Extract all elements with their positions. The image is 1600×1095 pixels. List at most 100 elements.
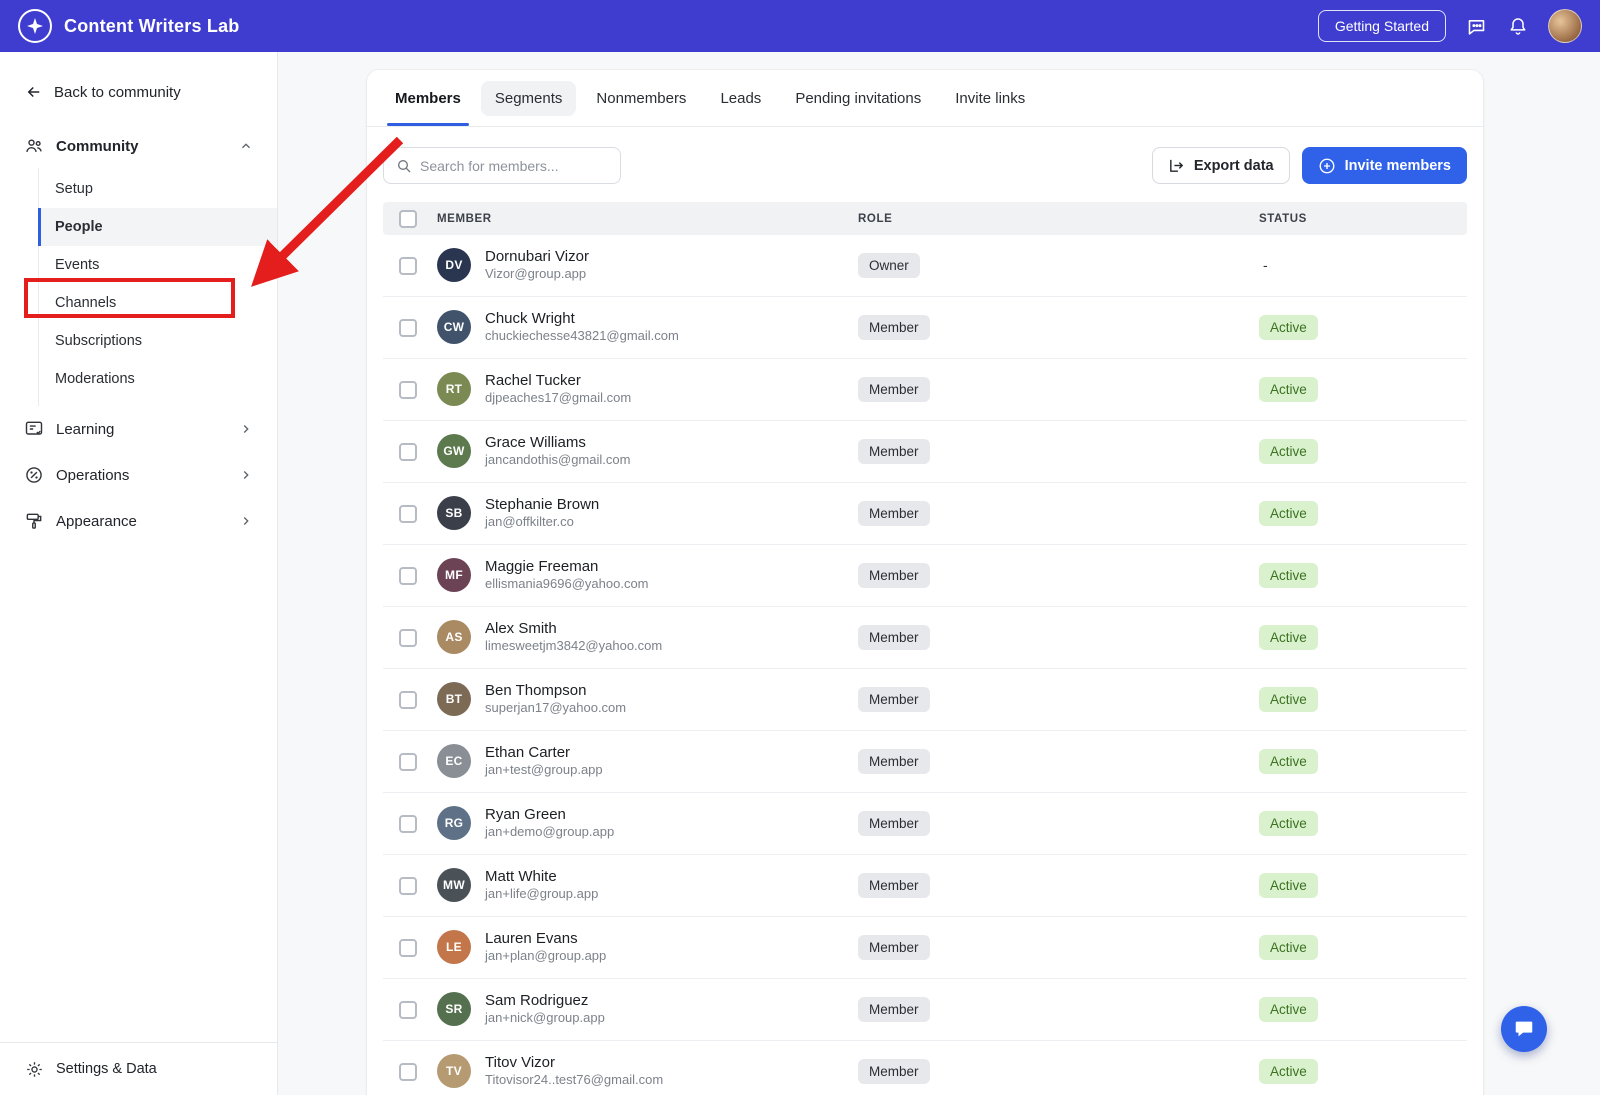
table-row[interactable]: EC Ethan Carter jan+test@group.app Membe… xyxy=(383,731,1467,793)
table-row[interactable]: BT Ben Thompson superjan17@yahoo.com Mem… xyxy=(383,669,1467,731)
status-badge: Active xyxy=(1259,625,1318,650)
row-checkbox[interactable] xyxy=(399,1063,417,1081)
member-name: Chuck Wright xyxy=(485,310,679,329)
role-badge: Owner xyxy=(858,253,920,278)
tab-nonmembers[interactable]: Nonmembers xyxy=(582,81,700,116)
toolbar: Export data Invite members xyxy=(367,127,1483,200)
app-logo-icon[interactable] xyxy=(18,9,52,43)
row-checkbox[interactable] xyxy=(399,319,417,337)
member-avatar: RG xyxy=(437,806,471,840)
gear-icon xyxy=(24,1059,44,1079)
table-row[interactable]: RG Ryan Green jan+demo@group.app Member … xyxy=(383,793,1467,855)
table-row[interactable]: CW Chuck Wright chuckiechesse43821@gmail… xyxy=(383,297,1467,359)
table-row[interactable]: MF Maggie Freeman ellismania9696@yahoo.c… xyxy=(383,545,1467,607)
sidebar-section-community[interactable]: Community xyxy=(0,124,277,168)
tab-invite-links[interactable]: Invite links xyxy=(941,81,1039,116)
member-avatar: MF xyxy=(437,558,471,592)
back-to-community-link[interactable]: Back to community xyxy=(0,52,277,124)
sidebar-item-appearance[interactable]: Appearance xyxy=(0,498,277,544)
row-checkbox[interactable] xyxy=(399,815,417,833)
role-badge: Member xyxy=(858,687,930,712)
table-row[interactable]: GW Grace Williams jancandothis@gmail.com… xyxy=(383,421,1467,483)
row-checkbox[interactable] xyxy=(399,753,417,771)
role-badge: Member xyxy=(858,935,930,960)
member-email: jancandothis@gmail.com xyxy=(485,452,630,469)
tab-members[interactable]: Members xyxy=(381,81,475,116)
status-badge: Active xyxy=(1259,935,1318,960)
row-checkbox[interactable] xyxy=(399,691,417,709)
sidebar-item-subscriptions[interactable]: Subscriptions xyxy=(39,322,277,360)
chevron-right-icon xyxy=(239,468,253,482)
app-title: Content Writers Lab xyxy=(64,16,239,37)
member-email: jan+demo@group.app xyxy=(485,824,614,841)
export-data-button[interactable]: Export data xyxy=(1152,147,1290,184)
notifications-bell-icon[interactable] xyxy=(1506,14,1530,38)
member-email: jan+life@group.app xyxy=(485,886,598,903)
row-checkbox[interactable] xyxy=(399,877,417,895)
chat-widget-button[interactable] xyxy=(1501,1006,1547,1052)
sidebar-item-moderations[interactable]: Moderations xyxy=(39,360,277,398)
getting-started-button[interactable]: Getting Started xyxy=(1318,10,1446,42)
tab-leads[interactable]: Leads xyxy=(706,81,775,116)
chevron-up-icon xyxy=(239,139,253,153)
role-badge: Member xyxy=(858,811,930,836)
role-badge: Member xyxy=(858,749,930,774)
table-row[interactable]: SB Stephanie Brown jan@offkilter.co Memb… xyxy=(383,483,1467,545)
search-box[interactable] xyxy=(383,147,621,184)
status-badge: Active xyxy=(1259,1059,1318,1084)
nav-item-label: Learning xyxy=(56,421,114,438)
tab-segments[interactable]: Segments xyxy=(481,81,577,116)
member-email: jan@offkilter.co xyxy=(485,514,599,531)
invite-members-button[interactable]: Invite members xyxy=(1302,147,1467,184)
row-checkbox[interactable] xyxy=(399,381,417,399)
status-badge: Active xyxy=(1259,315,1318,340)
settings-data-link[interactable]: Settings & Data xyxy=(0,1042,277,1095)
sidebar-item-people[interactable]: People xyxy=(39,208,277,246)
row-checkbox[interactable] xyxy=(399,939,417,957)
learning-icon xyxy=(24,419,44,439)
table-row[interactable]: TV Titov Vizor Titovisor24..test76@gmail… xyxy=(383,1041,1467,1095)
member-avatar: AS xyxy=(437,620,471,654)
sidebar-item-learning[interactable]: Learning xyxy=(0,406,277,452)
sidebar-item-setup[interactable]: Setup xyxy=(39,170,277,208)
row-checkbox[interactable] xyxy=(399,443,417,461)
sidebar-item-events[interactable]: Events xyxy=(39,246,277,284)
row-checkbox[interactable] xyxy=(399,1001,417,1019)
user-avatar[interactable] xyxy=(1548,9,1582,43)
table-row[interactable]: DV Dornubari Vizor Vizor@group.app Owner… xyxy=(383,235,1467,297)
status-badge: Active xyxy=(1259,377,1318,402)
row-checkbox[interactable] xyxy=(399,257,417,275)
table-row[interactable]: AS Alex Smith limesweetjm3842@yahoo.com … xyxy=(383,607,1467,669)
member-email: Vizor@group.app xyxy=(485,266,589,283)
sidebar-nav: Learning OperationsAppearance xyxy=(0,406,277,544)
table-row[interactable]: SR Sam Rodriguez jan+nick@group.app Memb… xyxy=(383,979,1467,1041)
chevron-right-icon xyxy=(239,514,253,528)
table-row[interactable]: MW Matt White jan+life@group.app Member … xyxy=(383,855,1467,917)
operations-icon xyxy=(24,465,44,485)
search-input[interactable] xyxy=(420,158,608,174)
tab-pending-invitations[interactable]: Pending invitations xyxy=(781,81,935,116)
member-name: Dornubari Vizor xyxy=(485,248,589,267)
plus-circle-icon xyxy=(1318,157,1336,175)
app-window: Content Writers Lab Getting Started Back… xyxy=(0,0,1600,1095)
chevron-right-icon xyxy=(239,422,253,436)
table-row[interactable]: LE Lauren Evans jan+plan@group.app Membe… xyxy=(383,917,1467,979)
select-all-checkbox[interactable] xyxy=(399,210,417,228)
role-badge: Member xyxy=(858,997,930,1022)
status-badge: Active xyxy=(1259,811,1318,836)
back-to-community-label: Back to community xyxy=(54,84,181,101)
sidebar-item-operations[interactable]: Operations xyxy=(0,452,277,498)
members-table: MEMBER ROLE STATUS DV Dornubari Vizor Vi… xyxy=(383,202,1467,1095)
sidebar-item-channels[interactable]: Channels xyxy=(39,284,277,322)
member-avatar: DV xyxy=(437,248,471,282)
row-checkbox[interactable] xyxy=(399,505,417,523)
table-row[interactable]: RT Rachel Tucker djpeaches17@gmail.com M… xyxy=(383,359,1467,421)
member-avatar: SB xyxy=(437,496,471,530)
messages-icon[interactable] xyxy=(1464,14,1488,38)
member-avatar: EC xyxy=(437,744,471,778)
members-panel: MembersSegmentsNonmembersLeadsPending in… xyxy=(367,70,1483,1095)
member-name: Ethan Carter xyxy=(485,744,603,763)
row-checkbox[interactable] xyxy=(399,567,417,585)
row-checkbox[interactable] xyxy=(399,629,417,647)
back-arrow-icon xyxy=(24,82,44,102)
